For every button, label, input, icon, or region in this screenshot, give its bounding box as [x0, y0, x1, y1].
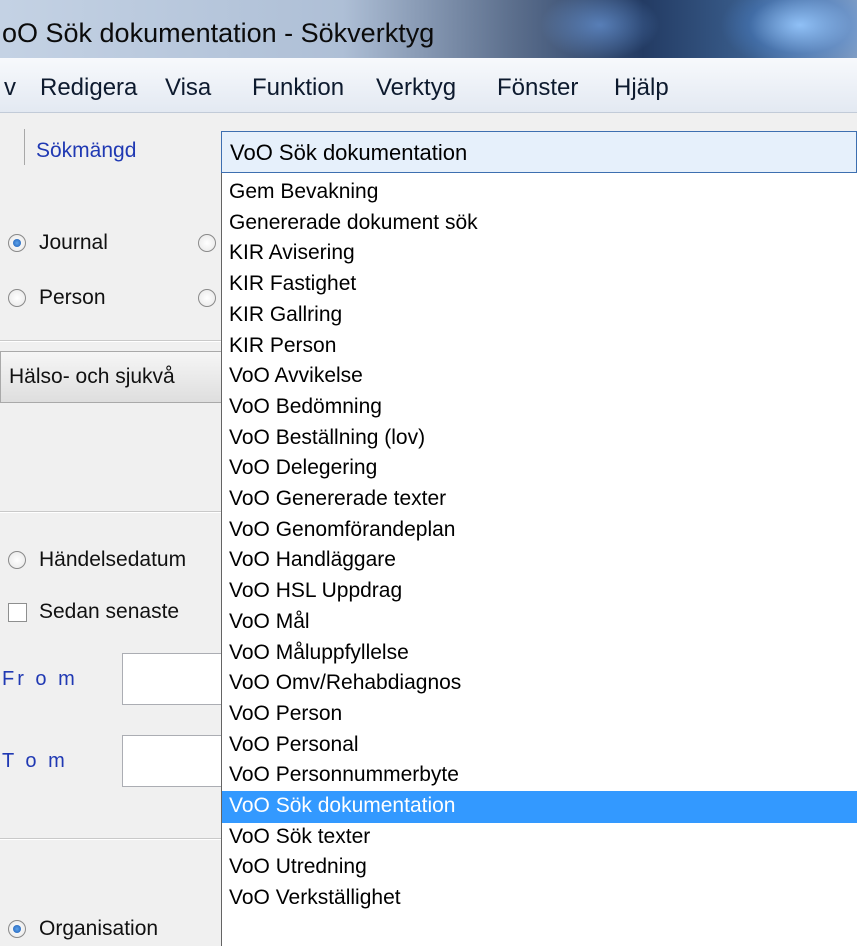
from-date-input[interactable]	[122, 653, 222, 705]
toolbar-separator	[24, 129, 25, 165]
title-bar: oO Sök dokumentation - Sökverktyg	[0, 0, 857, 58]
dropdown-option[interactable]: VoO Verkställighet	[222, 883, 857, 915]
menu-item-fonster[interactable]: Fönster	[497, 74, 578, 102]
menu-bar: v Redigera Visa Funktion Verktyg Fönster…	[0, 58, 857, 113]
menu-item-visa[interactable]: Visa	[165, 74, 211, 102]
category-select-label: Hälso- och sjukvå	[9, 365, 175, 388]
dropdown-option[interactable]: VoO Avvikelse	[222, 361, 857, 393]
dropdown-option[interactable]: KIR Avisering	[222, 238, 857, 270]
menu-item-verktyg[interactable]: Verktyg	[376, 74, 456, 102]
dropdown-option[interactable]: VoO Genererade texter	[222, 484, 857, 516]
radio-journal[interactable]	[8, 234, 26, 252]
radio-handelsedatum[interactable]	[8, 551, 26, 569]
dropdown-option[interactable]: VoO Utredning	[222, 852, 857, 884]
sokmangd-combobox[interactable]: VoO Sök dokumentation	[221, 131, 857, 173]
menu-item-redigera[interactable]: Redigera	[40, 74, 137, 102]
tom-date-input[interactable]	[122, 735, 222, 787]
dropdown-option[interactable]: VoO Handläggare	[222, 545, 857, 577]
dropdown-option[interactable]: VoO Beställning (lov)	[222, 423, 857, 455]
radio-button-partial[interactable]	[198, 289, 216, 307]
window-title: oO Sök dokumentation - Sökverktyg	[2, 18, 435, 48]
dropdown-option[interactable]: VoO Måluppfyllelse	[222, 638, 857, 670]
menu-item-hjalp[interactable]: Hjälp	[614, 74, 669, 102]
menu-item-arkiv[interactable]: v	[4, 74, 16, 102]
sokmangd-label: Sökmängd	[36, 139, 137, 162]
category-select-button[interactable]: Hälso- och sjukvå	[0, 351, 222, 403]
dropdown-option[interactable]: KIR Person	[222, 331, 857, 363]
dropdown-option[interactable]: VoO Personal	[222, 730, 857, 762]
tom-label: T o m	[2, 750, 68, 772]
dropdown-option[interactable]: VoO Mål	[222, 607, 857, 639]
radio-handelsedatum-label: Händelsedatum	[39, 548, 187, 571]
dropdown-option[interactable]: Gem Bevakning	[222, 177, 857, 209]
divider	[0, 341, 222, 342]
dropdown-option[interactable]: KIR Gallring	[222, 300, 857, 332]
dropdown-option[interactable]: VoO Bedömning	[222, 392, 857, 424]
radio-person[interactable]	[8, 289, 26, 307]
radio-button-partial[interactable]	[198, 234, 216, 252]
dropdown-option[interactable]: VoO HSL Uppdrag	[222, 576, 857, 608]
radio-organisation[interactable]	[8, 920, 26, 938]
radio-journal-label: Journal	[39, 231, 108, 254]
divider	[0, 512, 222, 513]
sokmangd-dropdown-list[interactable]: Gem Bevakning Genererade dokument sök KIR …	[221, 173, 857, 946]
dropdown-option[interactable]: VoO Sök dokumentation	[222, 791, 857, 823]
search-options-panel: Journal Person Hälso- och sjukvå Händels…	[0, 178, 222, 946]
dropdown-option[interactable]: VoO Sök texter	[222, 822, 857, 854]
dropdown-option[interactable]: KIR Fastighet	[222, 269, 857, 301]
radio-organisation-label: Organisation	[39, 917, 159, 940]
title-bar-glow	[540, 0, 660, 58]
from-label: Fr o m	[2, 668, 78, 690]
checkbox-sedan-senaste-label: Sedan senaste	[39, 600, 180, 623]
title-bar-glow	[720, 0, 857, 58]
dropdown-option[interactable]: VoO Personnummerbyte	[222, 760, 857, 792]
dropdown-option[interactable]: VoO Person	[222, 699, 857, 731]
dropdown-option[interactable]: VoO Omv/Rehabdiagnos	[222, 668, 857, 700]
sokmangd-combobox-value: VoO Sök dokumentation	[230, 140, 468, 165]
divider	[0, 839, 222, 840]
dropdown-option[interactable]: VoO Genomförandeplan	[222, 515, 857, 547]
radio-person-label: Person	[39, 286, 106, 309]
dropdown-option[interactable]: Genererade dokument sök	[222, 208, 857, 240]
dropdown-option[interactable]: VoO Delegering	[222, 453, 857, 485]
checkbox-sedan-senaste[interactable]	[8, 603, 27, 622]
menu-item-funktion[interactable]: Funktion	[252, 74, 344, 102]
